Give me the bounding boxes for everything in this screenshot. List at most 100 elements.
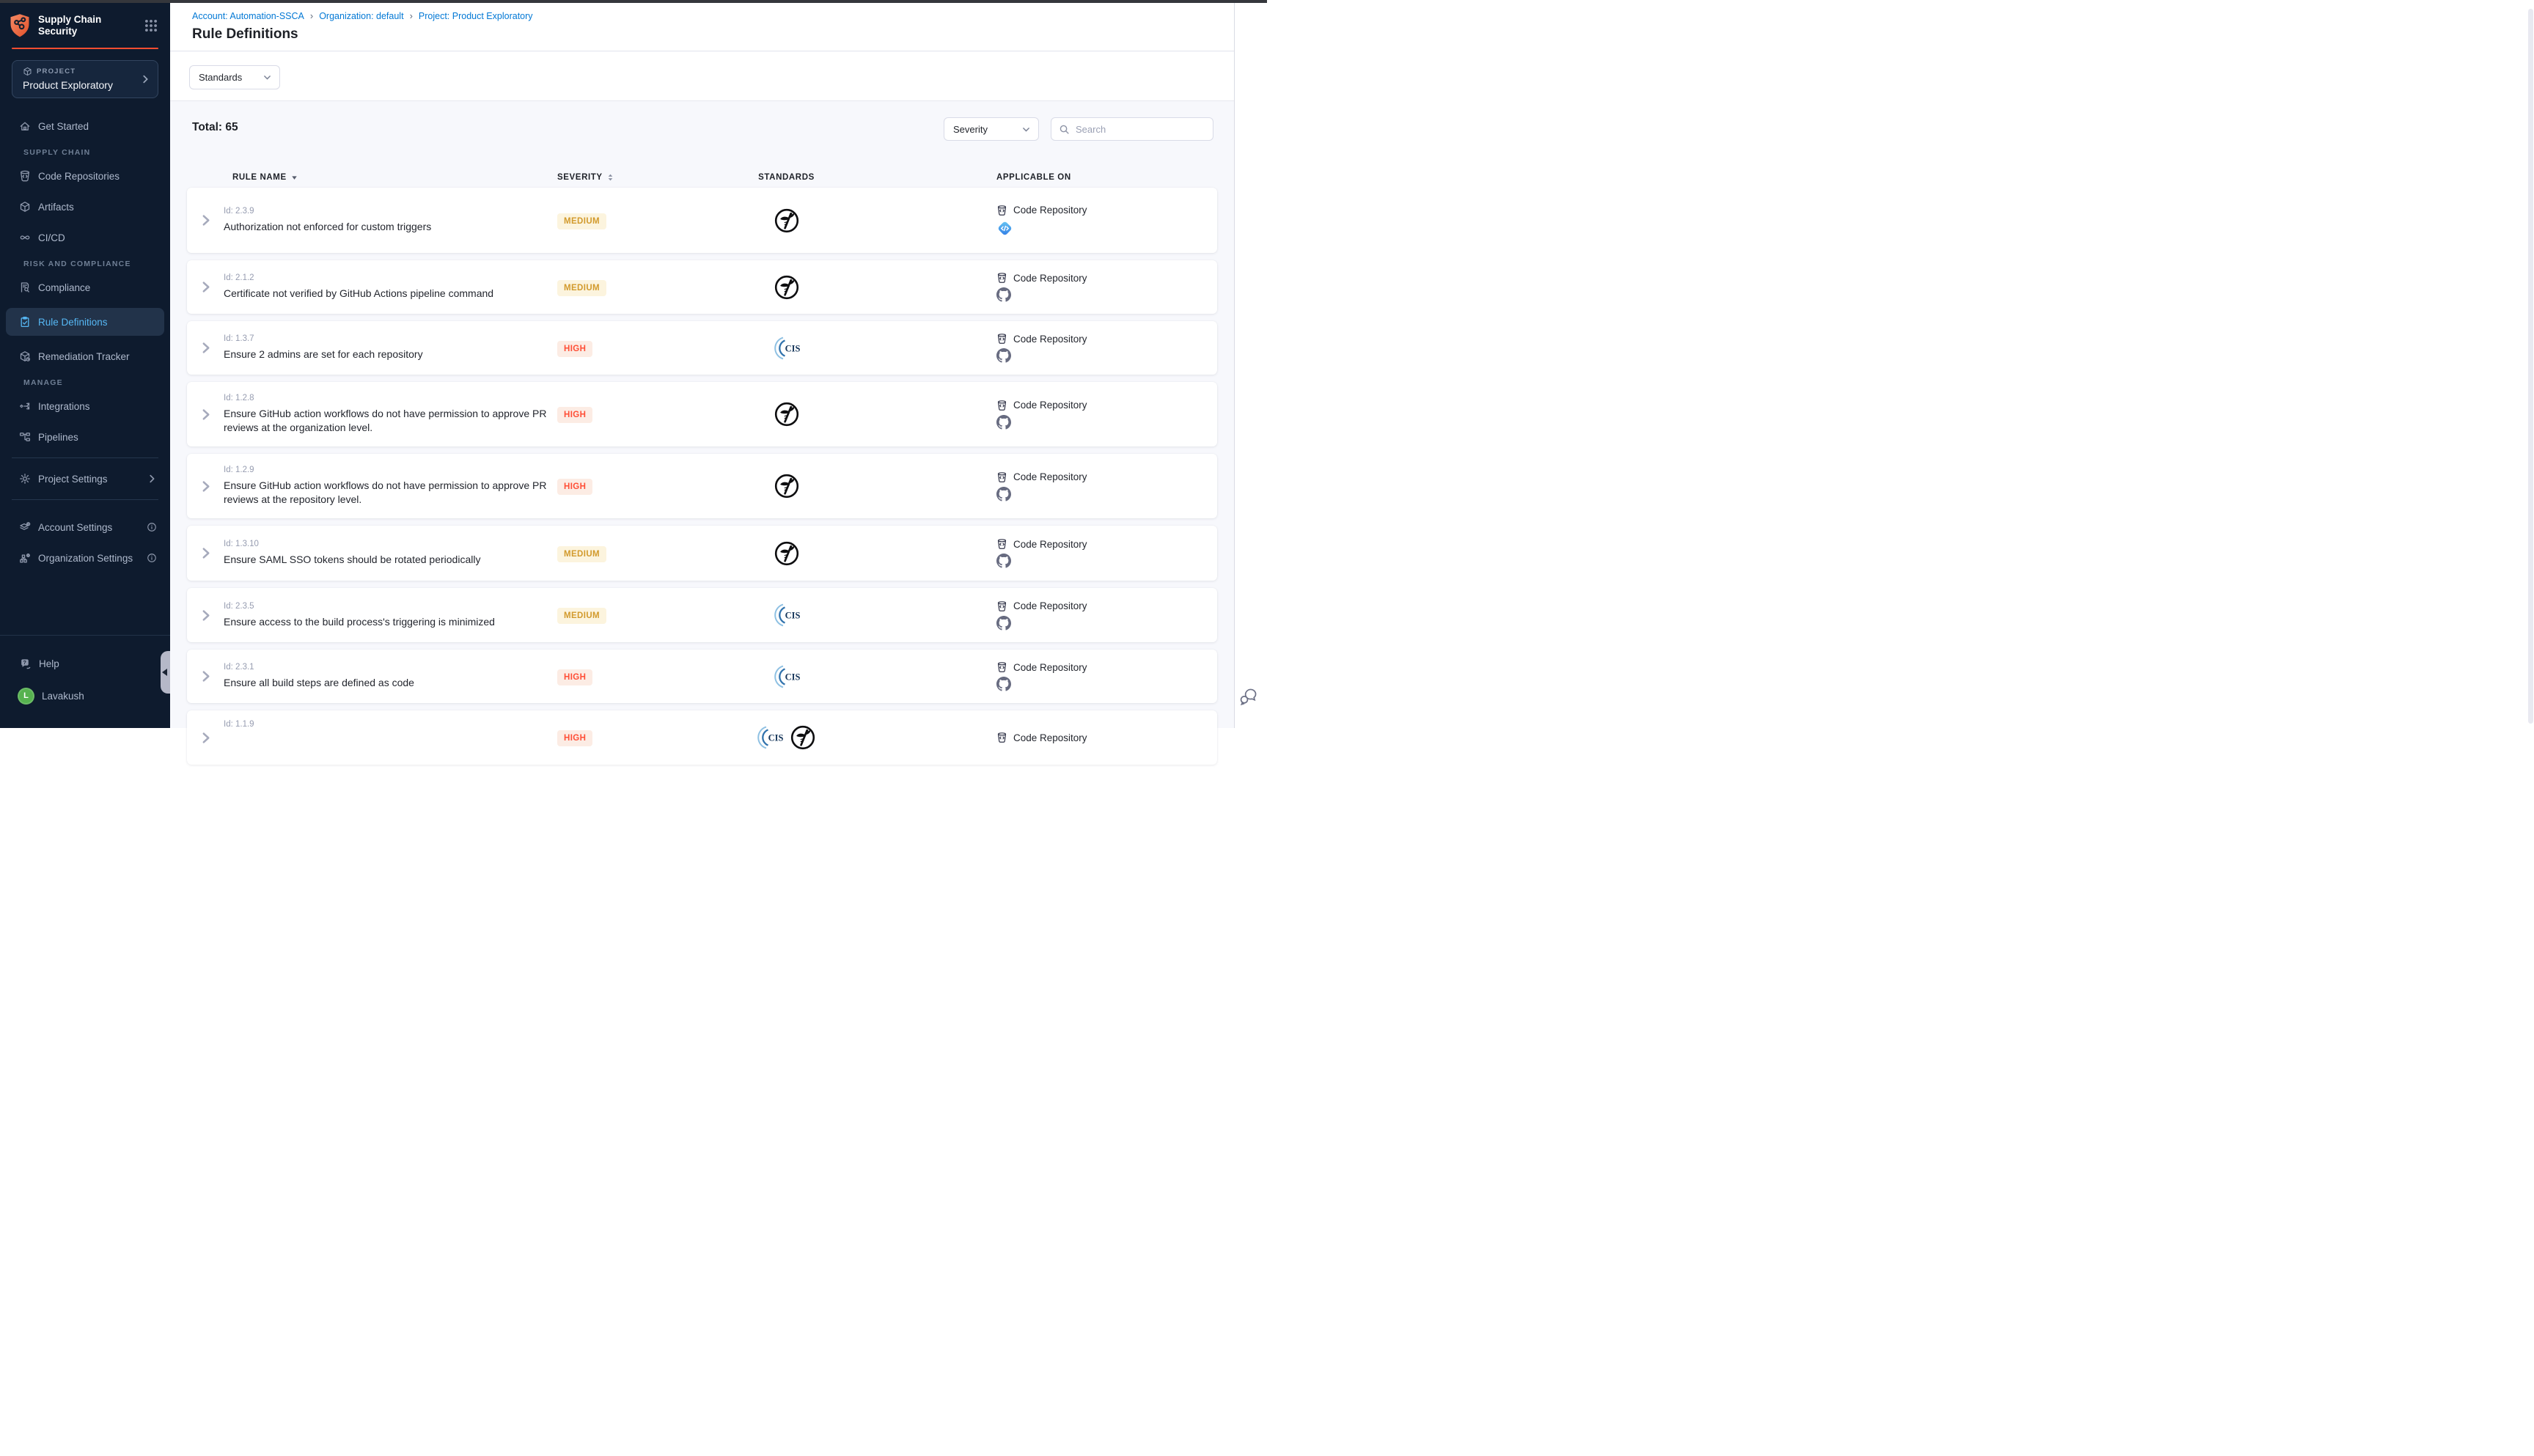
code-repository-icon: [996, 471, 1007, 483]
breadcrumb-link-0[interactable]: Account: Automation-SSCA: [192, 11, 304, 21]
applicable-on-target: Code Repository: [996, 400, 1087, 411]
rule-name: Ensure SAML SSO tokens should be rotated…: [224, 553, 550, 567]
severity-cell: MEDIUM: [557, 547, 667, 560]
row-expand-chevron-icon[interactable]: [199, 547, 212, 559]
rule-id: Id: 2.3.1: [224, 663, 557, 672]
sidebar-item-integrations[interactable]: Integrations: [6, 396, 164, 416]
rule-text-cell: Id: 1.2.8Ensure GitHub action workflows …: [224, 382, 557, 446]
artifacts-box-icon: [19, 201, 31, 213]
remediation-tracker-icon: [19, 350, 31, 362]
total-count: Total: 65: [192, 121, 238, 134]
applicable-on-target: Code Repository: [996, 600, 1087, 612]
table-row[interactable]: Id: 1.1.9HIGH CIS Code Repository: [187, 710, 1217, 765]
sidebar-item-remediation-tracker[interactable]: Remediation Tracker: [6, 346, 164, 367]
search-icon: [1059, 124, 1070, 135]
owasp-standard-icon: [774, 401, 800, 427]
row-expand-chevron-icon[interactable]: [199, 214, 212, 227]
github-icon: [996, 348, 1011, 363]
column-header-standards[interactable]: STANDARDS: [667, 173, 906, 182]
search-input[interactable]: [1076, 124, 1205, 135]
svg-text:?: ?: [23, 659, 26, 666]
rule-text-cell: Id: 2.3.5Ensure access to the build proc…: [224, 588, 557, 642]
code-repository-icon: [996, 732, 1007, 743]
github-icon: [996, 554, 1011, 568]
row-expand-chevron-icon[interactable]: [199, 670, 212, 683]
sidebar-item-compliance[interactable]: Compliance: [6, 277, 164, 298]
applicable-on-cell: Code Repository: [906, 400, 1217, 430]
sidebar-item-label: Organization Settings: [38, 553, 147, 564]
supply-chain-security-logo-icon: [9, 13, 31, 38]
sidebar-item-ci-cd[interactable]: CI/CD: [6, 227, 164, 248]
github-icon: [996, 487, 1011, 501]
sidebar-divider: [12, 499, 158, 500]
table-row[interactable]: Id: 1.2.9Ensure GitHub action workflows …: [187, 454, 1217, 518]
severity-cell: HIGH: [557, 342, 667, 355]
table-row[interactable]: Id: 1.3.7Ensure 2 admins are set for eac…: [187, 321, 1217, 375]
breadcrumb-link-2[interactable]: Project: Product Exploratory: [419, 11, 533, 21]
sidebar-item-label: Pipelines: [38, 432, 157, 443]
sidebar-item-help[interactable]: ? Help: [6, 653, 164, 674]
column-header-rule-name[interactable]: RULE NAME: [224, 173, 557, 182]
table-row[interactable]: Id: 2.3.9Authorization not enforced for …: [187, 188, 1217, 253]
table-row[interactable]: Id: 2.1.2Certificate not verified by Git…: [187, 260, 1217, 314]
user-menu[interactable]: L Lavakush: [6, 685, 164, 706]
sidebar-item-rule-definitions[interactable]: Rule Definitions: [6, 308, 164, 336]
table-row[interactable]: Id: 1.3.10Ensure SAML SSO tokens should …: [187, 526, 1217, 581]
row-expand-chevron-icon[interactable]: [199, 281, 212, 293]
code-repository-icon: [996, 600, 1007, 612]
sidebar-item-code-repositories[interactable]: Code Repositories: [6, 166, 164, 186]
column-header-label: STANDARDS: [758, 173, 815, 182]
project-switcher-label: PROJECT: [37, 67, 76, 76]
standards-cell: CIS: [774, 663, 800, 690]
rule-id: Id: 1.2.8: [224, 394, 557, 402]
support-chat-icon[interactable]: [1238, 686, 1258, 706]
breadcrumb-link-1[interactable]: Organization: default: [319, 11, 403, 21]
severity-badge: MEDIUM: [557, 280, 606, 296]
rule-text-cell: Id: 2.3.9Authorization not enforced for …: [224, 188, 557, 253]
code-repository-icon: [996, 205, 1007, 216]
page-title: Rule Definitions: [192, 26, 1234, 43]
user-name: Lavakush: [42, 691, 84, 702]
rules-list-area: Total: 65 Severity RULE NAMESEVERITY STAN…: [170, 102, 1234, 728]
sidebar-item-label: Code Repositories: [38, 171, 157, 182]
sidebar-item-label: Account Settings: [38, 522, 147, 533]
owasp-standard-icon: [774, 540, 800, 567]
applicable-on-cell: Code Repository: [906, 272, 1217, 302]
row-expand-chevron-icon[interactable]: [199, 732, 212, 744]
module-grid-icon[interactable]: [144, 18, 158, 33]
github-icon: [996, 415, 1011, 430]
code-repository-icon: [996, 333, 1007, 345]
standards-cell: CIS: [774, 602, 800, 628]
sidebar-item-label: Integrations: [38, 401, 157, 412]
row-expand-chevron-icon[interactable]: [199, 480, 212, 493]
page-header: Account: Automation-SSCA›Organization: d…: [170, 3, 1234, 51]
sidebar-item-get-started[interactable]: Get Started: [6, 116, 164, 136]
row-expand-chevron-icon[interactable]: [199, 609, 212, 622]
project-switcher[interactable]: PROJECT Product Exploratory: [12, 60, 158, 98]
chevron-down-icon: [1021, 125, 1031, 134]
row-expand-chevron-icon[interactable]: [199, 342, 212, 354]
table-row[interactable]: Id: 1.2.8Ensure GitHub action workflows …: [187, 382, 1217, 446]
integrations-icon: [19, 400, 31, 412]
sidebar-collapse-handle[interactable]: [161, 651, 170, 694]
standards-filter-dropdown[interactable]: Standards: [189, 65, 280, 89]
sidebar-item-artifacts[interactable]: Artifacts: [6, 196, 164, 217]
row-expand-chevron-icon[interactable]: [199, 408, 212, 421]
severity-badge: MEDIUM: [557, 213, 606, 229]
column-header-applicable-on[interactable]: APPLICABLE ON: [906, 173, 1217, 182]
table-row[interactable]: Id: 2.3.5Ensure access to the build proc…: [187, 588, 1217, 642]
scrollbar-thumb[interactable]: [2528, 9, 2533, 724]
right-gutter: [1234, 3, 1267, 728]
column-header-severity[interactable]: SEVERITY: [557, 173, 667, 182]
sidebar-item-project-settings[interactable]: Project Settings: [6, 468, 164, 489]
severity-cell: MEDIUM: [557, 214, 667, 227]
standards-cell: [774, 540, 800, 567]
sidebar-item-pipelines[interactable]: Pipelines: [6, 427, 164, 447]
severity-filter-dropdown[interactable]: Severity: [944, 117, 1039, 141]
table-row[interactable]: Id: 2.3.1Ensure all build steps are defi…: [187, 650, 1217, 703]
sidebar-item-organization-settings[interactable]: Organization Settings: [6, 548, 164, 568]
applicable-on-label: Code Repository: [1013, 334, 1087, 345]
sidebar-item-label: Get Started: [38, 121, 157, 132]
avatar: L: [18, 688, 34, 705]
sidebar-item-account-settings[interactable]: Account Settings: [6, 517, 164, 537]
